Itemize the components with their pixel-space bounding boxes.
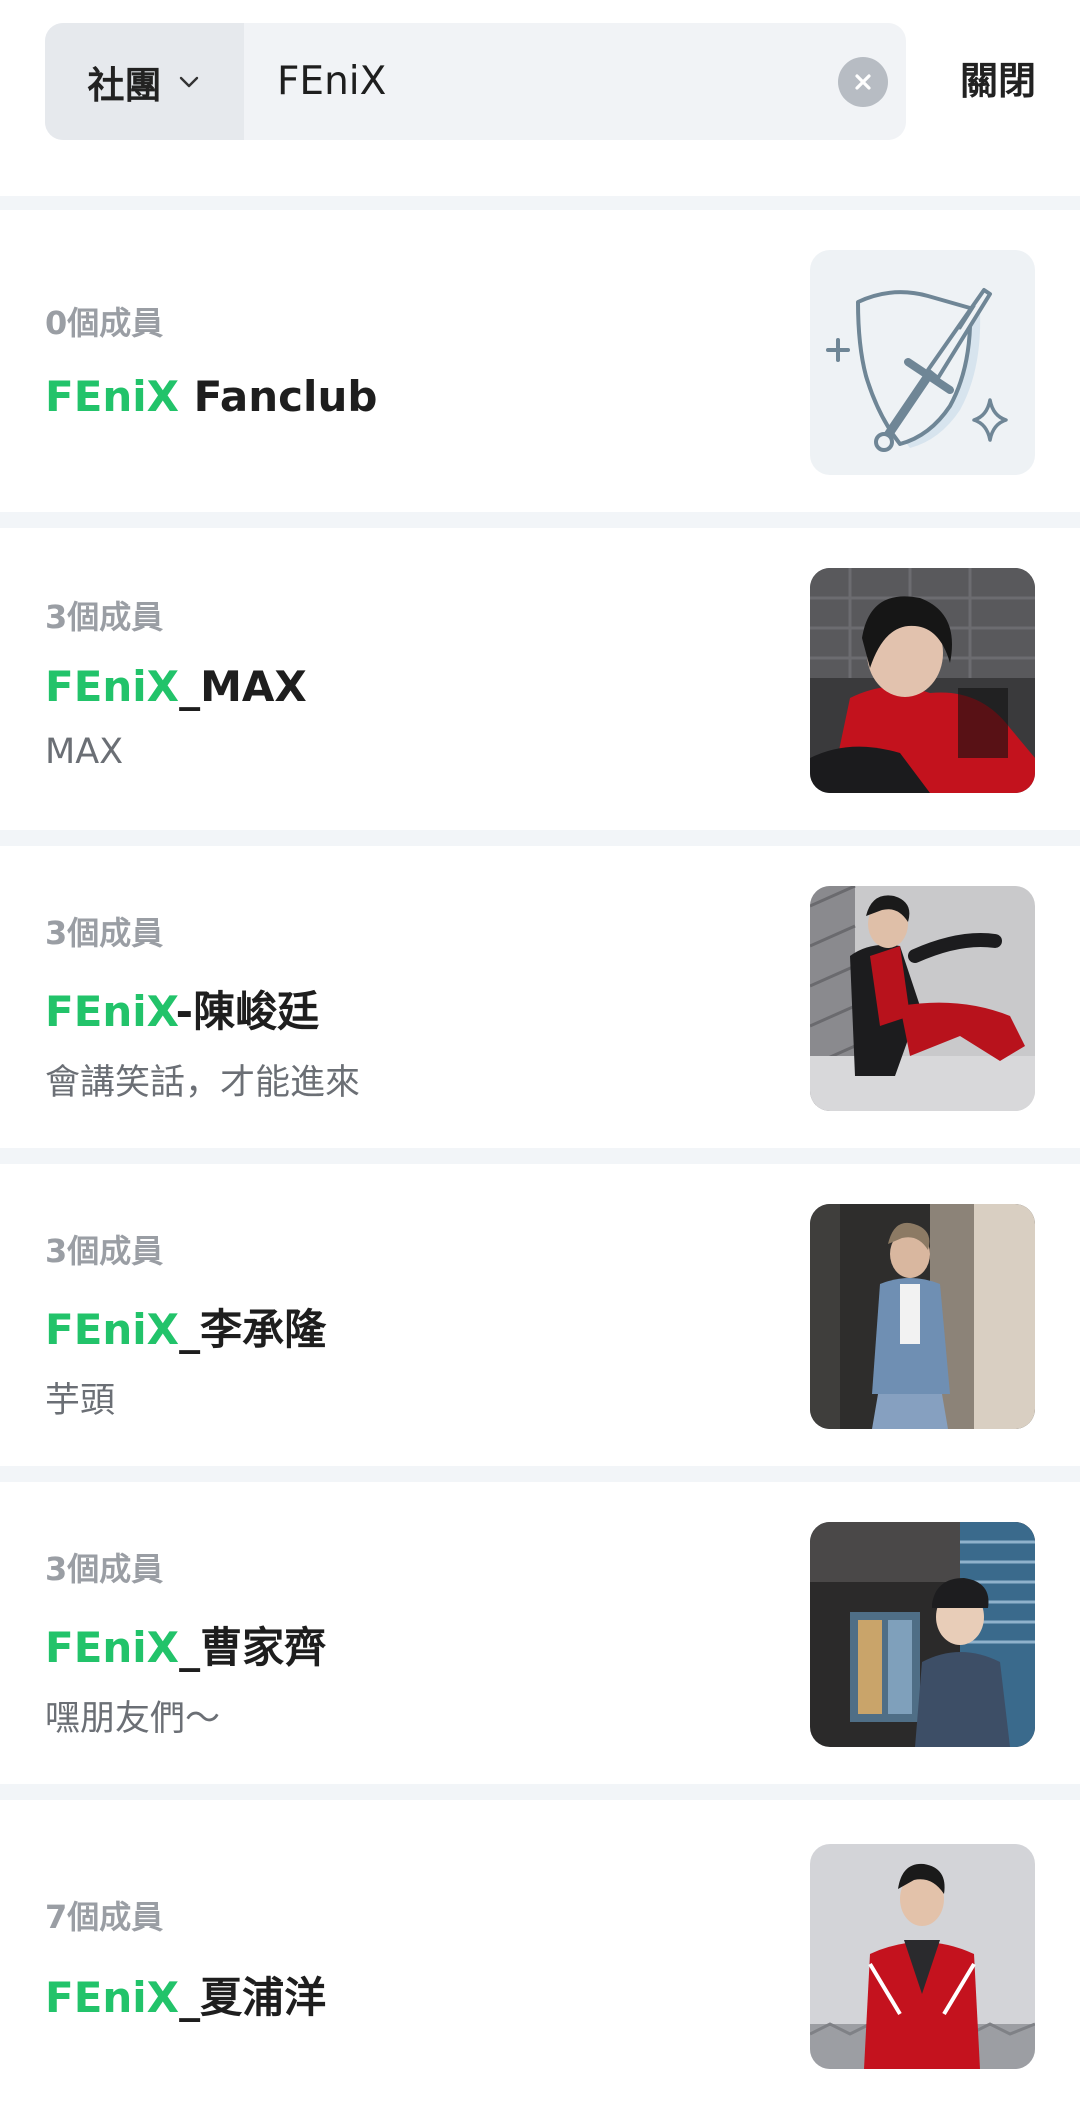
name-highlight: FEniX (45, 1305, 180, 1354)
list-item[interactable]: 3個成員 FEniX_李承隆 芋頭 (0, 1164, 1080, 1466)
close-icon (855, 74, 871, 90)
category-dropdown[interactable]: 社團 (45, 23, 244, 140)
group-name: FEniX_夏浦洋 (45, 1964, 326, 2025)
name-highlight: FEniX (45, 372, 180, 421)
group-photo (810, 1844, 1035, 2069)
group-photo (810, 886, 1035, 1111)
category-label: 社團 (87, 63, 162, 107)
member-count: 3個成員 (45, 1232, 164, 1270)
group-name: FEniX-陳峻廷 (45, 978, 319, 1039)
list-item[interactable]: 7個成員 FEniX_夏浦洋 (0, 1800, 1080, 2125)
name-rest: _李承隆 (179, 1305, 327, 1354)
close-button[interactable]: 關閉 (960, 23, 1036, 140)
list-item[interactable]: 3個成員 FEniX-陳峻廷 會講笑話，才能進來 (0, 846, 1080, 1148)
group-description: 嘿朋友們～ (45, 1699, 221, 1739)
clear-search-button[interactable] (838, 57, 888, 107)
group-name: FEniX_李承隆 (45, 1296, 326, 1357)
group-name: FEniX_曹家齊 (45, 1614, 326, 1675)
member-count: 0個成員 (45, 304, 164, 342)
group-photo (810, 1204, 1035, 1429)
group-description: 會講笑話，才能進來 (45, 1063, 361, 1103)
list-item[interactable]: 0個成員 FEniX Fanclub (0, 210, 1080, 512)
list-item[interactable]: 3個成員 FEniX_曹家齊 嘿朋友們～ (0, 1482, 1080, 1784)
member-count: 3個成員 (45, 598, 164, 636)
group-photo (810, 568, 1035, 793)
search-bar: 社團 FEniX (45, 23, 906, 140)
member-count: 3個成員 (45, 914, 164, 952)
name-highlight: FEniX (45, 662, 180, 711)
chevron-down-icon (176, 69, 202, 95)
group-photo (810, 1522, 1035, 1747)
name-rest: _MAX (179, 662, 307, 711)
group-description: 芋頭 (45, 1381, 116, 1421)
name-highlight: FEniX (45, 987, 176, 1036)
group-name: FEniX_MAX (45, 662, 307, 711)
name-rest: Fanclub (179, 372, 378, 421)
group-description: MAX (45, 732, 124, 772)
name-highlight: FEniX (45, 1973, 180, 2022)
name-rest: -陳峻廷 (175, 987, 320, 1036)
name-rest: _曹家齊 (179, 1623, 327, 1672)
member-count: 3個成員 (45, 1550, 164, 1588)
group-name: FEniX Fanclub (45, 372, 377, 421)
list-item[interactable]: 3個成員 FEniX_MAX MAX (0, 528, 1080, 830)
search-input[interactable]: FEniX (277, 23, 386, 140)
search-header: 社團 FEniX 關閉 (0, 0, 1080, 196)
member-count: 7個成員 (45, 1898, 164, 1936)
name-rest: _夏浦洋 (179, 1973, 327, 2022)
name-highlight: FEniX (45, 1623, 180, 1672)
shield-sword-icon (810, 250, 1035, 475)
